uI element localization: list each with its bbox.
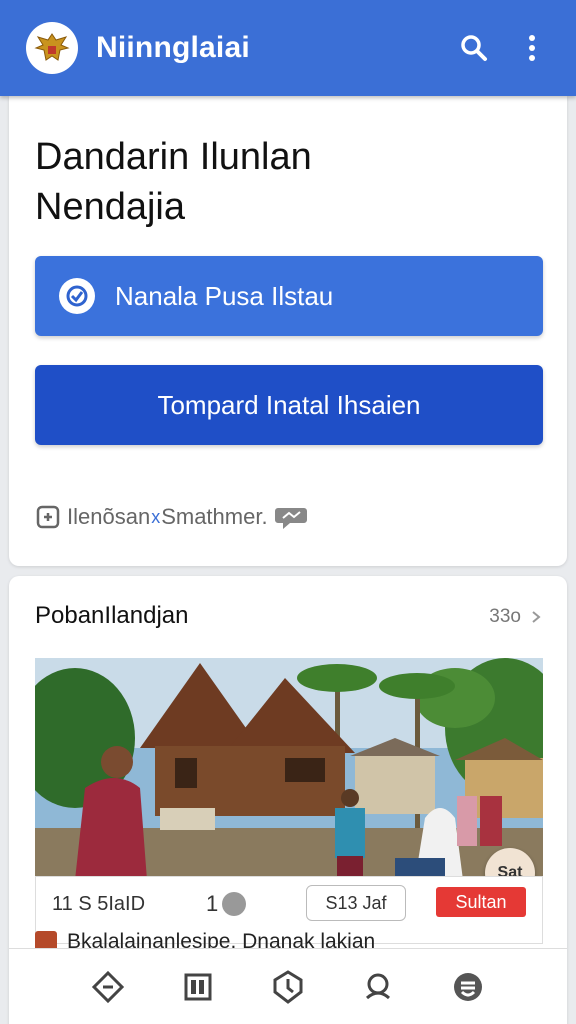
- primary-action-button[interactable]: Nanala Pusa Ilstau: [35, 256, 543, 336]
- headline-line-2: Nendajia: [35, 186, 185, 228]
- clock-icon[interactable]: [268, 967, 308, 1007]
- chat-bubble-icon: [274, 508, 307, 529]
- reaction-icon: [222, 892, 247, 916]
- village-photo[interactable]: [35, 658, 543, 880]
- search-icon[interactable]: [452, 26, 496, 70]
- stat-b-value: 1: [206, 891, 219, 916]
- headline-line-1: Dandarin Ilunlan: [35, 136, 312, 178]
- page-title: Dandarin Ilunlan Nendajia: [35, 132, 312, 232]
- profile-icon[interactable]: [448, 967, 488, 1007]
- hero-card: Dandarin Ilunlan Nendajia Nanala Pusa Il…: [9, 96, 567, 566]
- section-title: PobanIlandjan: [35, 602, 189, 629]
- chevron-right-icon: [532, 611, 541, 623]
- app-title: Niinnglaiai: [96, 31, 250, 64]
- secondary-action-label: Tompard Inatal Ihsaien: [157, 389, 421, 420]
- section-count: 33o: [489, 606, 521, 627]
- section-see-all[interactable]: 33o: [489, 606, 543, 628]
- stat-a: 11 S 5IaID: [52, 893, 146, 915]
- chip-outline[interactable]: S13 Jaf: [306, 885, 406, 921]
- link-icon: [36, 505, 60, 529]
- secondary-action-button[interactable]: Tompard Inatal Ihsaien: [35, 365, 543, 445]
- footer-note-text-2: Smathmer.: [161, 504, 268, 529]
- garuda-emblem-icon[interactable]: [26, 22, 78, 74]
- check-circle-icon: [59, 278, 95, 314]
- grid-icon[interactable]: [178, 967, 218, 1007]
- footer-note[interactable]: Ilenõsan x Smathmer.: [35, 504, 308, 530]
- ticket-icon[interactable]: [88, 967, 128, 1007]
- bottom-nav: [9, 948, 567, 1024]
- footer-note-separator: x: [151, 506, 161, 527]
- app-bar: Niinnglaiai: [0, 0, 576, 96]
- stat-b: 1: [206, 891, 247, 917]
- primary-action-label: Nanala Pusa Ilstau: [115, 280, 334, 311]
- footer-note-text: Ilenõsan: [67, 504, 151, 529]
- notification-icon[interactable]: [358, 967, 398, 1007]
- more-vertical-icon[interactable]: [510, 26, 554, 70]
- chip-red-badge[interactable]: Sultan: [436, 887, 526, 917]
